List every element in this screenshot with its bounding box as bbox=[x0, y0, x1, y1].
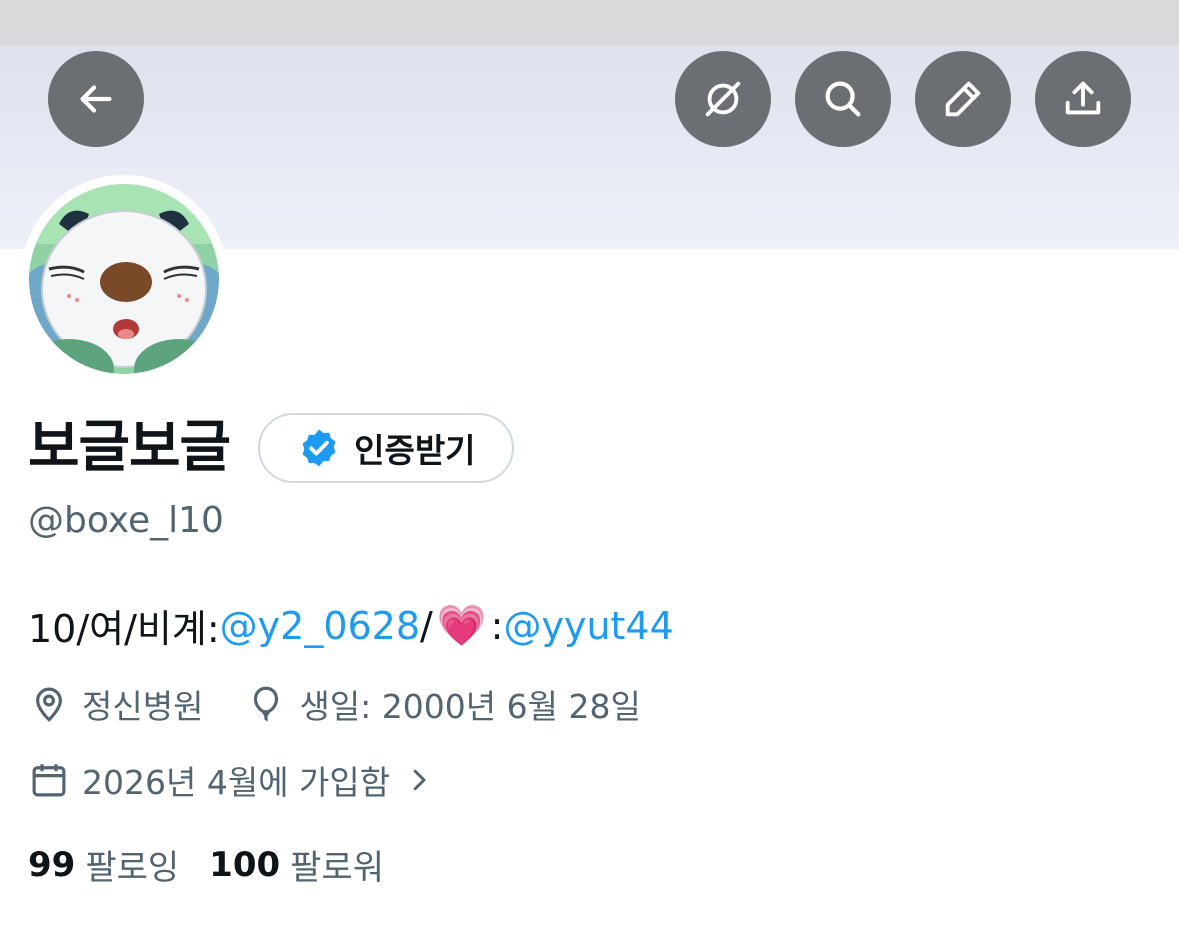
bio-separator: / bbox=[420, 603, 433, 648]
grok-icon bbox=[705, 81, 741, 117]
search-icon bbox=[825, 81, 861, 117]
following-label: 팔로잉 bbox=[85, 848, 180, 888]
followers-count: 100 bbox=[209, 844, 281, 885]
search-button[interactable] bbox=[795, 51, 891, 147]
bio-colon: : bbox=[490, 603, 504, 648]
joined-row[interactable]: 2026년 4월에 가입함 bbox=[28, 756, 434, 804]
username-handle: @boxe_l10 bbox=[28, 500, 224, 541]
joined-date-text: 2026년 4월에 가입함 bbox=[82, 763, 391, 802]
bio: 10/여/비계: @y2_0628 / 💗 : @yyut44 bbox=[28, 598, 674, 653]
heart-emoji: 💗 bbox=[436, 603, 487, 649]
edit-pencil-icon bbox=[945, 81, 981, 117]
calendar-icon bbox=[32, 764, 66, 797]
get-verified-label: 인증받기 bbox=[354, 431, 476, 470]
name-row: 보글보글 인증받기 bbox=[28, 408, 514, 488]
birthday-item: 생일: 2000년 6월 28일 bbox=[245, 680, 641, 728]
following-link[interactable]: 99 팔로잉 bbox=[28, 840, 179, 889]
back-button[interactable] bbox=[48, 51, 144, 147]
get-verified-button[interactable]: 인증받기 bbox=[258, 413, 514, 483]
arrow-left-icon bbox=[80, 85, 112, 113]
location-item: 정신병원 bbox=[28, 680, 203, 728]
follow-stats: 99 팔로잉 100 팔로워 bbox=[28, 840, 384, 889]
edit-button[interactable] bbox=[915, 51, 1011, 147]
chevron-right-icon bbox=[404, 765, 434, 795]
bio-mention-link[interactable]: @y2_0628 bbox=[220, 604, 420, 648]
avatar bbox=[29, 184, 219, 374]
followers-link[interactable]: 100 팔로워 bbox=[209, 840, 384, 889]
share-button[interactable] bbox=[1035, 51, 1131, 147]
following-count: 99 bbox=[28, 844, 76, 885]
grok-button[interactable] bbox=[675, 51, 771, 147]
bio-text: 10/여/비계: bbox=[28, 607, 220, 651]
birthday-text: 생일: 2000년 6월 28일 bbox=[299, 687, 641, 726]
status-strip bbox=[0, 0, 1179, 46]
location-pin-icon bbox=[36, 687, 62, 722]
avatar-frame[interactable] bbox=[20, 175, 228, 383]
verified-badge-icon bbox=[302, 429, 336, 467]
profile-meta-row: 정신병원 생일: 2000년 6월 28일 bbox=[28, 680, 641, 728]
display-name: 보글보글 bbox=[28, 415, 231, 480]
share-upload-icon bbox=[1065, 81, 1101, 115]
followers-label: 팔로워 bbox=[290, 848, 384, 888]
bio-mention-link[interactable]: @yyut44 bbox=[503, 604, 673, 648]
location-text: 정신병원 bbox=[82, 687, 204, 726]
balloon-icon bbox=[254, 686, 279, 722]
